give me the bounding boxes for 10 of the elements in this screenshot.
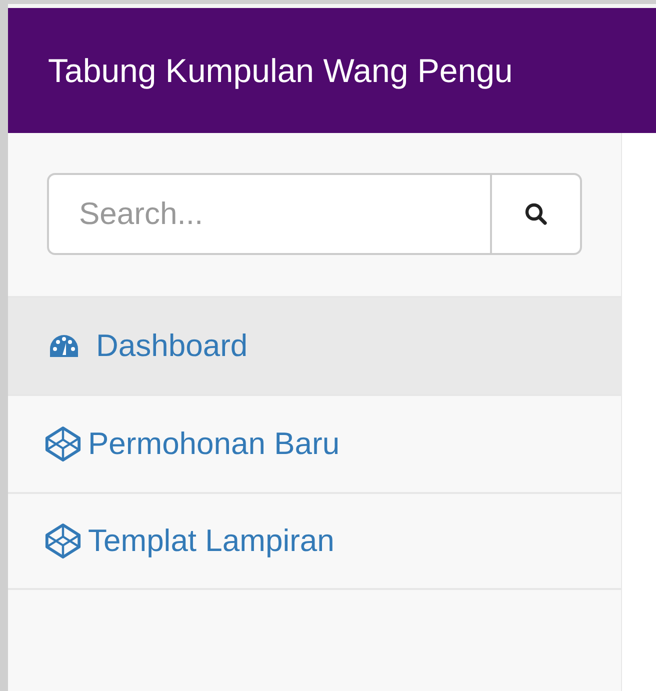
nav-item[interactable]: Permohonan Baru xyxy=(8,394,621,492)
cube-icon xyxy=(44,522,82,560)
app-title: Tabung Kumpulan Wang Pengu xyxy=(48,52,513,90)
search-button[interactable] xyxy=(490,173,582,255)
nav-item[interactable]: Dashboard xyxy=(8,296,621,394)
dashboard-icon xyxy=(48,333,80,359)
search-field[interactable]: Search... xyxy=(47,173,490,255)
cube-icon xyxy=(44,425,82,463)
nav-item[interactable]: Templat Lampiran xyxy=(8,492,621,590)
search-icon xyxy=(524,202,548,226)
